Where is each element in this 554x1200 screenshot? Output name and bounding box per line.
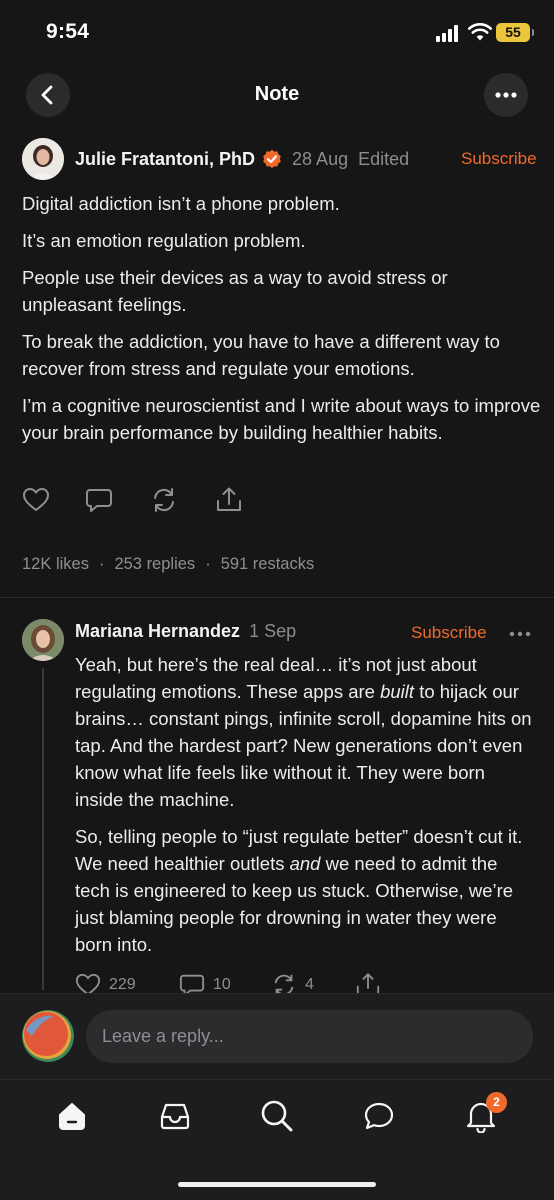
thread-line [42,668,44,990]
notification-badge: 2 [486,1092,507,1113]
inbox-icon [160,1103,190,1130]
section-divider [0,597,554,598]
tab-chat[interactable] [361,1096,397,1136]
search-icon [261,1100,293,1132]
post-paragraph: People use their devices as a way to avo… [22,267,448,315]
ellipsis-icon [495,92,517,98]
cellular-signal-icon [436,25,462,42]
reply-more-icon[interactable] [509,631,531,637]
restacks-count[interactable]: 591 restacks [221,555,315,573]
author-photo [22,138,64,180]
reply-input[interactable] [86,1010,533,1063]
reply-comments-count: 10 [213,976,231,993]
share-icon[interactable] [215,486,243,514]
tab-home[interactable] [54,1096,90,1136]
more-options-button[interactable] [484,73,528,117]
user-avatar[interactable] [22,1010,74,1062]
post-paragraph: I’m a cognitive neuroscientist and I wri… [22,395,541,443]
wifi-icon [468,23,492,41]
post-stats: 12K likes · 253 replies · 591 restacks [22,555,315,573]
reply-subscribe-button[interactable]: Subscribe [411,623,487,643]
post-body: Digital addiction isn’t a phone problem.… [22,190,542,456]
reply-paragraph: Yeah, but here’s the real deal… it’s not… [75,654,532,810]
replies-count[interactable]: 253 replies [114,555,195,573]
battery-indicator: 55 [496,23,534,42]
reply-author-name[interactable]: Mariana Hernandez [75,621,240,642]
page-title: Note [254,83,300,105]
reply-author-avatar[interactable] [22,619,64,661]
verified-badge-icon [263,149,281,168]
reply-author-photo [22,619,64,661]
restack-icon[interactable] [150,486,178,514]
reply-restacks-count: 4 [305,976,314,993]
heart-icon[interactable] [22,486,50,514]
tab-search[interactable] [259,1096,295,1136]
status-time: 9:54 [46,20,90,43]
status-bar: 9:54 55 [0,0,554,64]
reply-body: Yeah, but here’s the real deal… it’s not… [75,651,535,968]
reply-likes-count: 229 [109,976,136,993]
likes-count[interactable]: 12K likes [22,555,89,573]
reply-paragraph: So, telling people to “just regulate bet… [75,826,523,955]
post-author-row: Julie Fratantoni, PhD 28 Aug Edited [75,146,409,172]
reply-author-row: Mariana Hernandez 1 Sep [75,621,296,642]
home-icon [59,1103,85,1130]
post-subscribe-button[interactable]: Subscribe [461,149,537,169]
post-edited-label: Edited [358,148,410,169]
post-paragraph: It’s an emotion regulation problem. [22,230,306,251]
post-date: 28 Aug [292,148,349,169]
home-indicator[interactable] [178,1182,376,1187]
post-author-name[interactable]: Julie Fratantoni, PhD [75,149,255,170]
post-paragraph: Digital addiction isn’t a phone problem. [22,193,340,214]
chat-icon [364,1102,394,1130]
comment-icon[interactable] [85,486,113,514]
tab-inbox[interactable] [157,1096,193,1136]
author-avatar[interactable] [22,138,64,180]
reply-date: 1 Sep [249,621,297,641]
post-paragraph: To break the addiction, you have to have… [22,331,500,379]
